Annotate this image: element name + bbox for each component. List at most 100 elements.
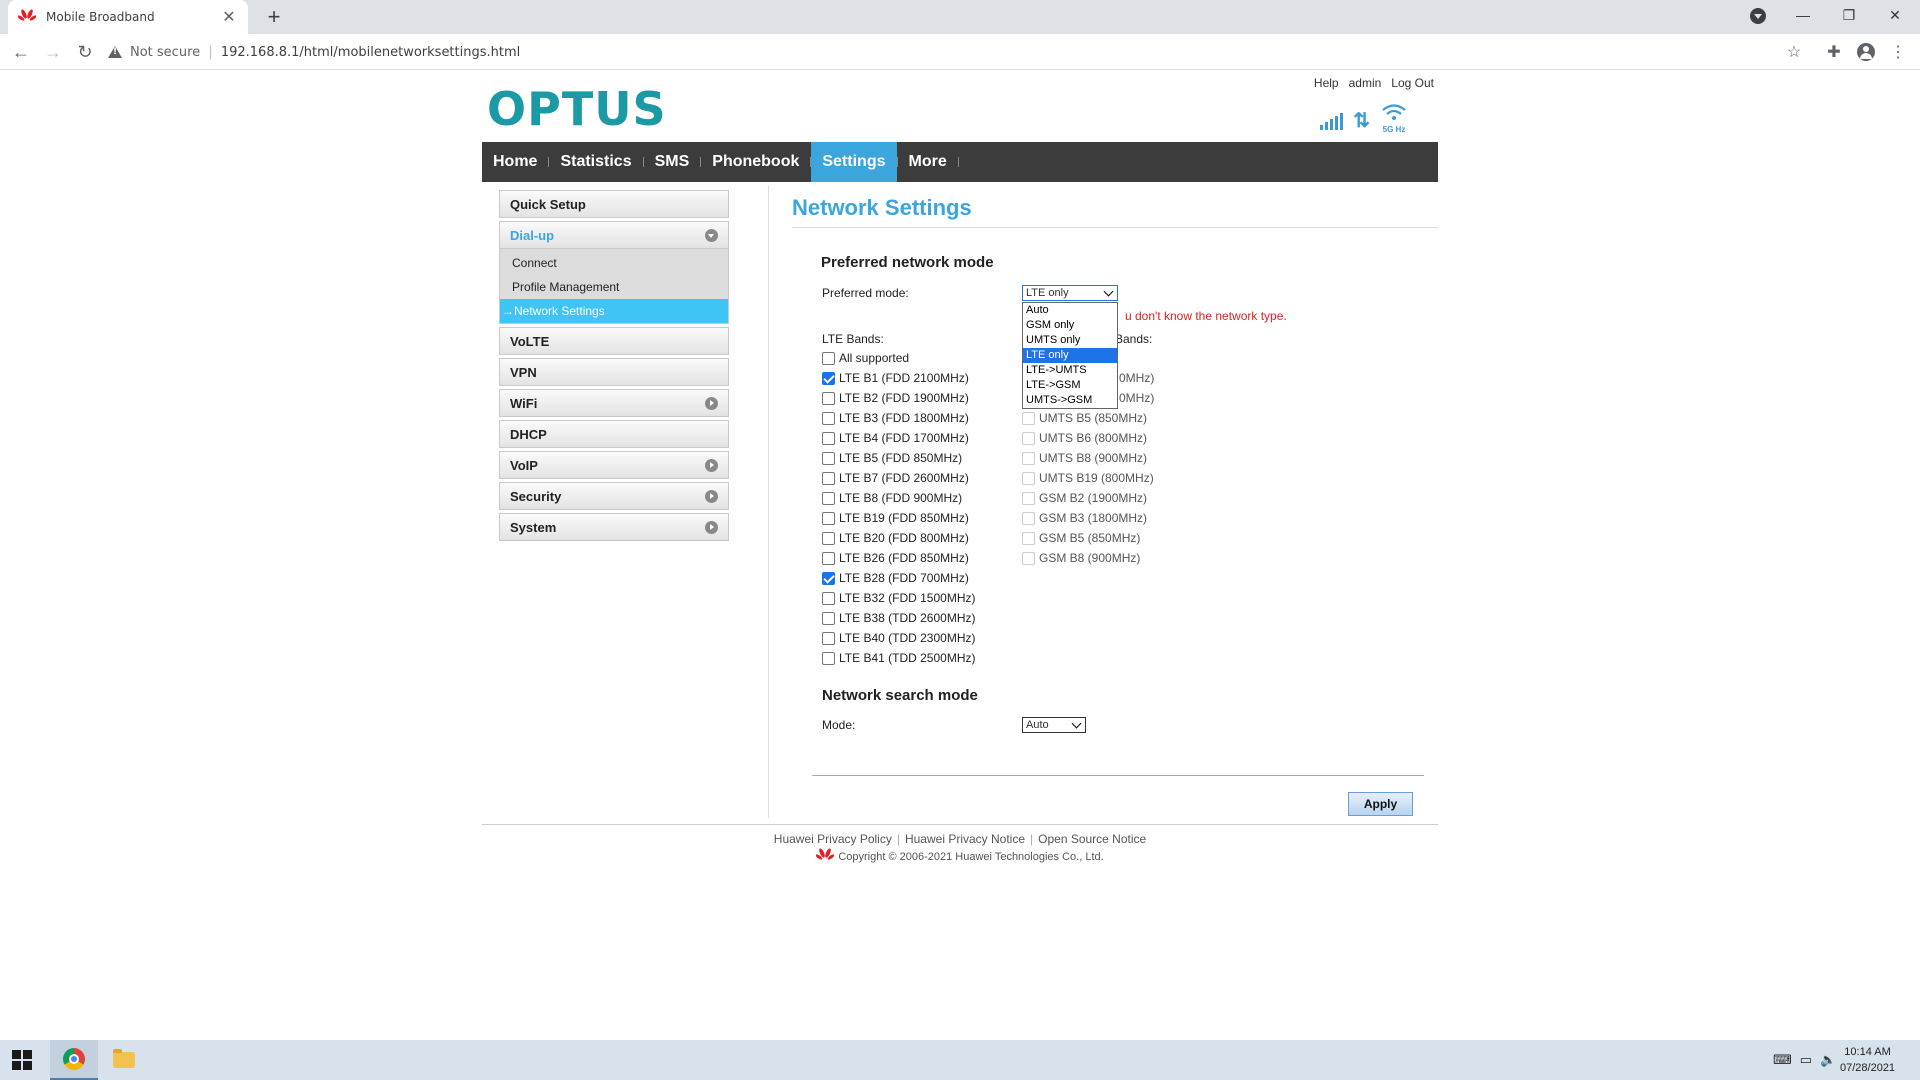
menu-statistics[interactable]: Statistics [549,142,642,182]
extensions-icon[interactable]: ✚ [1824,42,1844,62]
dropdown-option[interactable]: UMTS only [1023,333,1117,348]
lte-band-checkbox[interactable] [822,551,835,565]
lte-band-row[interactable]: LTE B20 (FDD 800MHz) [822,530,969,546]
minimize-button[interactable]: — [1780,0,1826,30]
lte-band-checkbox[interactable] [822,451,835,465]
footer-separator: | [1030,832,1034,846]
windows-start-icon[interactable] [12,1050,32,1070]
dropdown-option[interactable]: LTE->UMTS [1023,363,1117,378]
lte-band-row[interactable]: LTE B3 (FDD 1800MHz) [822,410,969,426]
taskbar-chrome[interactable] [50,1040,98,1080]
lte-band-checkbox[interactable] [822,591,835,605]
warning-icon [108,46,122,58]
lte-band-checkbox[interactable] [822,391,835,405]
admin-link[interactable]: admin [1349,76,1382,90]
browser-tab[interactable]: Mobile Broadband ✕ [8,0,248,34]
privacy-notice-link[interactable]: Huawei Privacy Notice [905,832,1025,846]
lte-band-row[interactable]: LTE B8 (FDD 900MHz) [822,490,962,506]
close-window-button[interactable]: ✕ [1872,0,1918,30]
preferred-mode-select[interactable]: LTE only [1022,285,1118,301]
new-tab-button[interactable]: + [260,4,288,32]
all-supported-checkbox-row[interactable]: All supported [822,350,909,366]
all-supported-checkbox[interactable] [822,351,835,365]
lte-band-row[interactable]: LTE B28 (FDD 700MHz) [822,570,969,586]
forward-arrow-icon[interactable]: → [40,39,66,65]
dropdown-option[interactable]: Auto [1023,303,1117,318]
open-source-notice-link[interactable]: Open Source Notice [1038,832,1146,846]
lte-band-checkbox[interactable] [822,471,835,485]
sidebar-item-quick-setup[interactable]: Quick Setup [499,190,729,218]
dropdown-option[interactable]: LTE->GSM [1023,378,1117,393]
taskbar-clock[interactable]: 10:14 AM 07/28/2021 [1840,1044,1895,1076]
lte-band-row[interactable]: LTE B41 (TDD 2500MHz) [822,650,975,666]
keyboard-icon[interactable]: ⌨ [1773,1052,1792,1068]
sidebar-subitem-connect[interactable]: Connect [500,251,728,275]
lte-band-checkbox[interactable] [822,511,835,525]
sidebar-subitem-network-settings[interactable]: → Network Settings [500,299,728,323]
sidebar-subitem-profile-management[interactable]: Profile Management [500,275,728,299]
sidebar-item-voip[interactable]: VoIP [499,451,729,479]
lte-band-checkbox[interactable] [822,491,835,505]
lte-band-row[interactable]: LTE B5 (FDD 850MHz) [822,450,962,466]
other-band-row: GSM B5 (850MHz) [1022,530,1140,546]
lte-band-checkbox[interactable] [822,411,835,425]
page-header: OPTUS Help admin Log Out ⇅ 5G Hz [482,70,1438,142]
sidebar-item-security[interactable]: Security [499,482,729,510]
menu-settings[interactable]: Settings [811,142,897,182]
content-divider [768,186,769,818]
checkbox-label: GSM B8 (900MHz) [1039,551,1141,565]
lte-band-checkbox[interactable] [822,531,835,545]
logout-link[interactable]: Log Out [1391,76,1434,90]
network-icon[interactable]: ▭ [1800,1052,1812,1068]
lte-band-checkbox[interactable] [822,611,835,625]
lte-band-checkbox[interactable] [822,371,835,385]
preferred-mode-dropdown-list: Auto GSM only UMTS only LTE only LTE->UMTS LT… [1022,302,1118,409]
sidebar-item-label: Security [510,488,562,504]
menu-phonebook[interactable]: Phonebook [701,142,810,182]
lte-band-row[interactable]: LTE B38 (TDD 2600MHz) [822,610,975,626]
lte-band-row[interactable]: LTE B7 (FDD 2600MHz) [822,470,969,486]
menu-sms[interactable]: SMS [644,142,701,182]
reload-icon[interactable]: ↻ [72,39,98,65]
lte-band-row[interactable]: LTE B40 (TDD 2300MHz) [822,630,975,646]
lte-band-row[interactable]: LTE B2 (FDD 1900MHz) [822,390,969,406]
sidebar-item-dial-up[interactable]: Dial-up [499,221,729,249]
apply-button[interactable]: Apply [1348,792,1413,816]
address-bar[interactable]: Not secure | 192.168.8.1/html/mobilenetw… [108,39,1798,65]
dropdown-option[interactable]: UMTS->GSM [1023,393,1117,408]
lte-band-row[interactable]: LTE B4 (FDD 1700MHz) [822,430,969,446]
footer-links: Huawei Privacy Policy | Huawei Privacy Not… [482,832,1438,846]
dropdown-option[interactable]: GSM only [1023,318,1117,333]
lte-band-checkbox[interactable] [822,571,835,585]
back-arrow-icon[interactable]: ← [8,39,34,65]
tab-search-icon[interactable] [1750,8,1766,24]
sidebar-item-wifi[interactable]: WiFi [499,389,729,417]
lte-band-checkbox[interactable] [822,431,835,445]
lte-band-row[interactable]: LTE B26 (FDD 850MHz) [822,550,969,566]
sidebar-item-dhcp[interactable]: DHCP [499,420,729,448]
help-link[interactable]: Help [1314,76,1339,90]
lte-band-checkbox[interactable] [822,631,835,645]
taskbar-file-explorer[interactable] [100,1040,148,1080]
bookmark-star-icon[interactable]: ☆ [1784,42,1804,62]
lte-band-checkbox[interactable] [822,651,835,665]
lte-band-row[interactable]: LTE B1 (FDD 2100MHz) [822,370,969,386]
dropdown-option[interactable]: LTE only [1023,348,1117,363]
main-content: Network Settings Preferred network mode [792,195,1438,271]
sidebar-item-volte[interactable]: VoLTE [499,327,729,355]
volume-icon[interactable]: 🔈 [1820,1052,1836,1068]
band-checkbox-disabled [1022,531,1035,545]
menu-home[interactable]: Home [482,142,548,182]
profile-avatar-icon[interactable] [1856,42,1876,62]
privacy-policy-link[interactable]: Huawei Privacy Policy [774,832,892,846]
restore-button[interactable]: ❐ [1826,0,1872,30]
search-mode-select[interactable]: Auto [1022,717,1086,733]
browser-menu-icon[interactable]: ⋮ [1888,42,1908,62]
sidebar-item-vpn[interactable]: VPN [499,358,729,386]
close-tab-icon[interactable]: ✕ [220,7,238,27]
lte-band-row[interactable]: LTE B19 (FDD 850MHz) [822,510,969,526]
sidebar-item-system[interactable]: System [499,513,729,541]
menu-more[interactable]: More [898,142,958,182]
checkbox-label: LTE B5 (FDD 850MHz) [839,451,963,465]
lte-band-row[interactable]: LTE B32 (FDD 1500MHz) [822,590,975,606]
